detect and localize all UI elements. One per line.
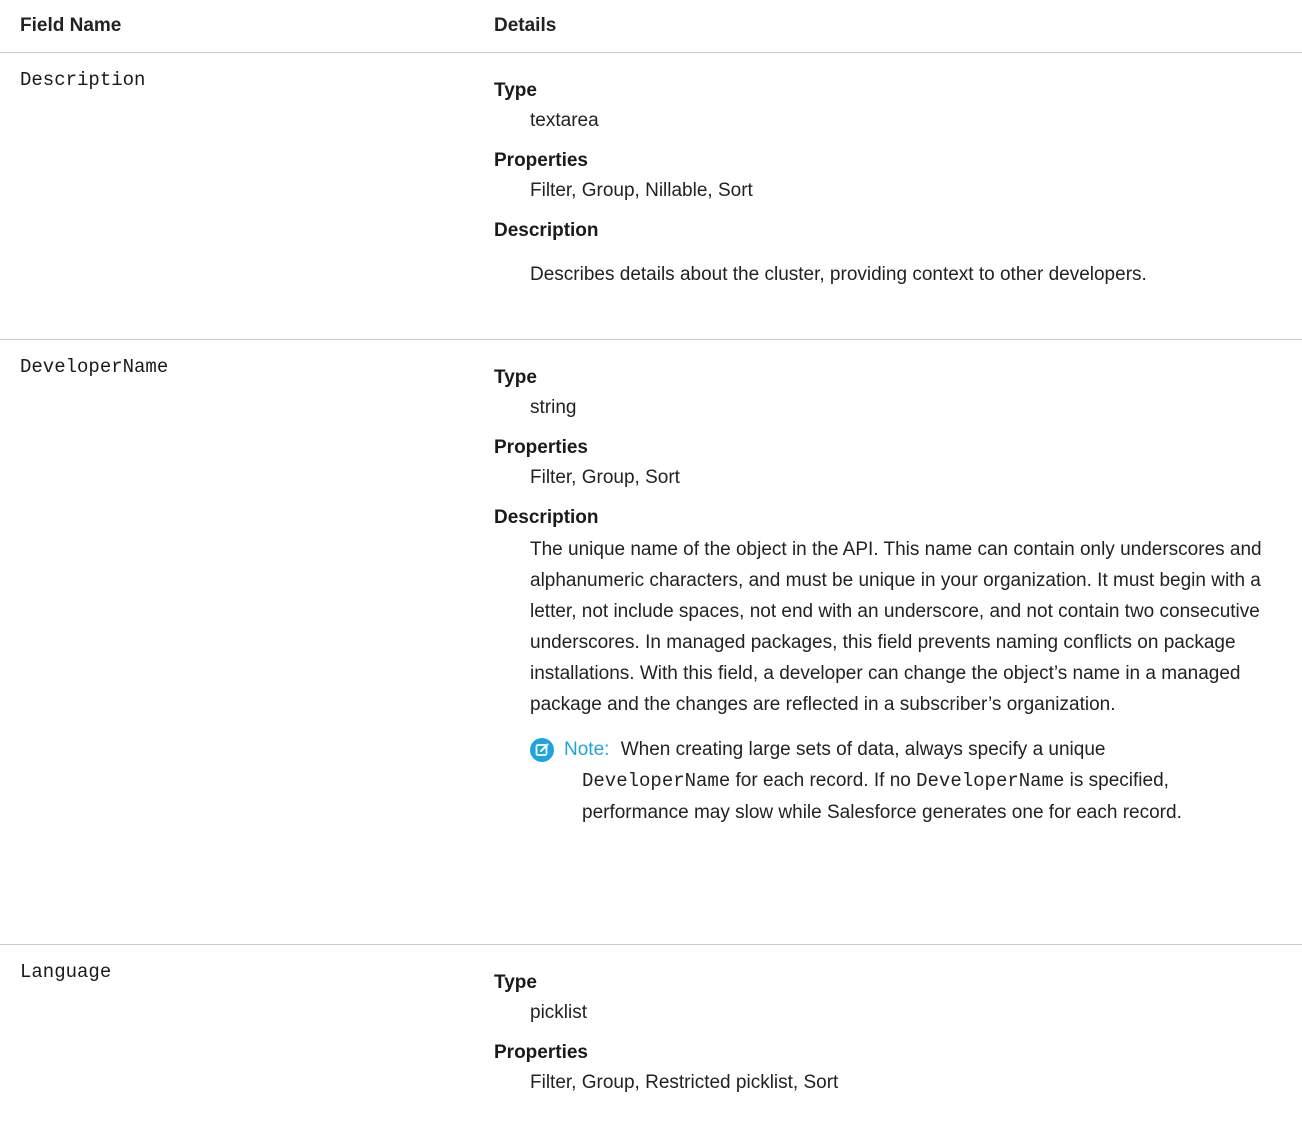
table-header: Field Name Details xyxy=(0,0,1302,53)
edit-note-icon xyxy=(530,738,554,762)
type-value: textarea xyxy=(530,110,599,131)
table-row: Description Type textarea Properties Fil… xyxy=(0,53,1302,340)
note-text: is specified, xyxy=(1069,770,1169,791)
note-code: DeveloperName xyxy=(582,770,731,792)
field-name-header: Field Name xyxy=(20,15,122,36)
details-header: Details xyxy=(494,15,557,36)
table-row: Language Type picklist Properties Filter… xyxy=(0,945,1302,1135)
note-callout: Note: When creating large sets of data, … xyxy=(530,734,1302,828)
description-value: The unique name of the object in the API… xyxy=(530,539,1262,715)
note-code: DeveloperName xyxy=(916,770,1065,792)
properties-value: Filter, Group, Sort xyxy=(530,467,680,488)
properties-label: Properties xyxy=(494,437,588,458)
field-details: Type string Properties Filter, Group, So… xyxy=(494,340,1302,828)
description-value: Describes details about the cluster, pro… xyxy=(530,264,1147,285)
properties-value: Filter, Group, Restricted picklist, Sort xyxy=(530,1072,839,1093)
type-value: string xyxy=(530,397,577,418)
properties-label: Properties xyxy=(494,150,588,171)
field-name: Language xyxy=(20,961,112,983)
field-table: Field Name Details Description Type text… xyxy=(0,0,1302,1135)
type-value: picklist xyxy=(530,1002,588,1023)
note-text: for each record. If no xyxy=(735,770,911,791)
field-name: Description xyxy=(20,69,146,91)
table-row: DeveloperName Type string Properties Fil… xyxy=(0,340,1302,945)
note-title: Note: xyxy=(564,739,610,760)
type-label: Type xyxy=(494,80,537,101)
field-name: DeveloperName xyxy=(20,356,169,378)
type-label: Type xyxy=(494,972,537,993)
properties-label: Properties xyxy=(494,1042,588,1063)
properties-value: Filter, Group, Nillable, Sort xyxy=(530,180,753,201)
note-text: When creating large sets of data, always… xyxy=(620,739,1106,760)
description-label: Description xyxy=(494,220,599,241)
description-label: Description xyxy=(494,507,599,528)
note-text: performance may slow while Salesforce ge… xyxy=(582,802,1182,823)
field-details: Type textarea Properties Filter, Group, … xyxy=(494,53,1302,290)
type-label: Type xyxy=(494,367,537,388)
field-details: Type picklist Properties Filter, Group, … xyxy=(494,945,1302,1095)
